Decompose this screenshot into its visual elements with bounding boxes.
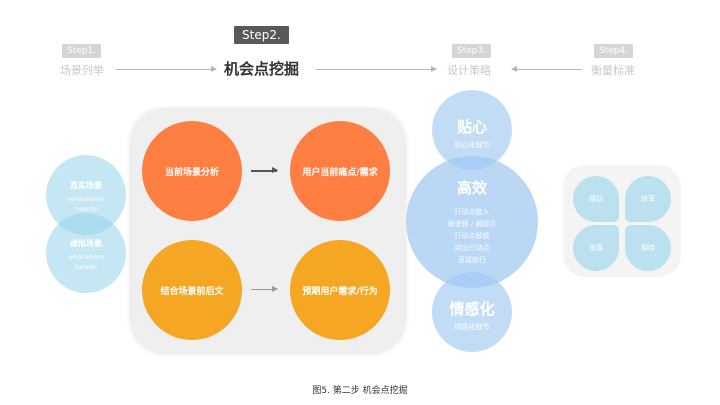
real-scene-line1: whatwhere	[68, 195, 104, 203]
gaoxiao-item: 直接执行	[458, 256, 486, 264]
gaoxiao-circle: 高效 行动点植入 弱逻辑 / 弱提示 行动点替换 突出行动点 直接执行	[406, 156, 538, 288]
expected-behavior-circle: 预期用户需求/行为	[290, 240, 390, 340]
user-pain-point-label: 用户当前痛点/需求	[302, 167, 378, 178]
gaoxiao-item: 弱逻辑 / 弱提示	[447, 220, 497, 228]
step3-title: 设计策略	[447, 64, 491, 77]
top-row-arrow	[251, 167, 278, 173]
real-scene-title: 真实场景	[70, 181, 102, 190]
flow-arrow-2-3	[316, 66, 437, 72]
bottom-row-arrow	[251, 286, 278, 292]
opportunity-panel: 当前场景分析 用户当前痛点/需求 结合场景前后文 预期用户需求/行为	[130, 108, 406, 354]
tiexin-sub: 贴心化细节	[454, 141, 490, 149]
user-pain-point-circle: 用户当前痛点/需求	[290, 121, 390, 221]
step1-badge: Step1.	[62, 44, 102, 58]
metric-expectation-label: 期待	[641, 244, 655, 252]
gaoxiao-item: 行动点替换	[454, 232, 490, 240]
step1-title: 场景列举	[60, 64, 104, 77]
metrics-panel: 感动 效率 惊喜 期待	[563, 165, 681, 277]
step3-badge: Step3.	[452, 44, 492, 58]
qingganhua-title: 情感化	[449, 300, 495, 318]
metric-touching-label: 感动	[589, 195, 603, 203]
figure-caption: 图5. 第二步 机会点挖掘	[312, 386, 408, 396]
flow-arrow-1-2	[116, 66, 217, 72]
metric-efficiency-label: 效率	[641, 195, 655, 203]
step4-badge: Step4.	[594, 44, 634, 58]
current-scene-analysis-circle: 当前场景分析	[142, 121, 242, 221]
current-scene-analysis-label: 当前场景分析	[164, 167, 219, 178]
metric-efficiency-petal: 效率	[625, 176, 671, 222]
virtual-scene-circle: 虚拟场景 whatwhere howdo	[46, 213, 126, 293]
gaoxiao-item: 突出行动点	[454, 244, 490, 252]
gaoxiao-title: 高效	[456, 179, 487, 197]
metric-surprise-label: 惊喜	[589, 244, 603, 252]
metric-surprise-petal: 惊喜	[573, 225, 619, 271]
expected-behavior-label: 预期用户需求/行为	[302, 286, 378, 297]
step2-badge: Step2.	[234, 26, 289, 44]
virtual-scene-line2: howdo	[75, 263, 97, 271]
step4-title: 衡量标准	[591, 64, 635, 77]
flow-arrow-4-3	[511, 66, 582, 72]
scene-context-circle: 结合场景前后文	[142, 240, 242, 340]
virtual-scene-title: 虚拟场景	[70, 239, 102, 248]
qingganhua-sub: 情感化细节	[454, 323, 490, 331]
step2-title: 机会点挖掘	[224, 60, 300, 78]
scene-context-label: 结合场景前后文	[160, 286, 224, 297]
virtual-scene-line1: whatwhere	[68, 253, 104, 261]
metric-expectation-petal: 期待	[625, 225, 671, 271]
metric-touching-petal: 感动	[573, 176, 619, 222]
gaoxiao-item: 行动点植入	[454, 208, 490, 216]
tiexin-title: 贴心	[456, 118, 487, 136]
